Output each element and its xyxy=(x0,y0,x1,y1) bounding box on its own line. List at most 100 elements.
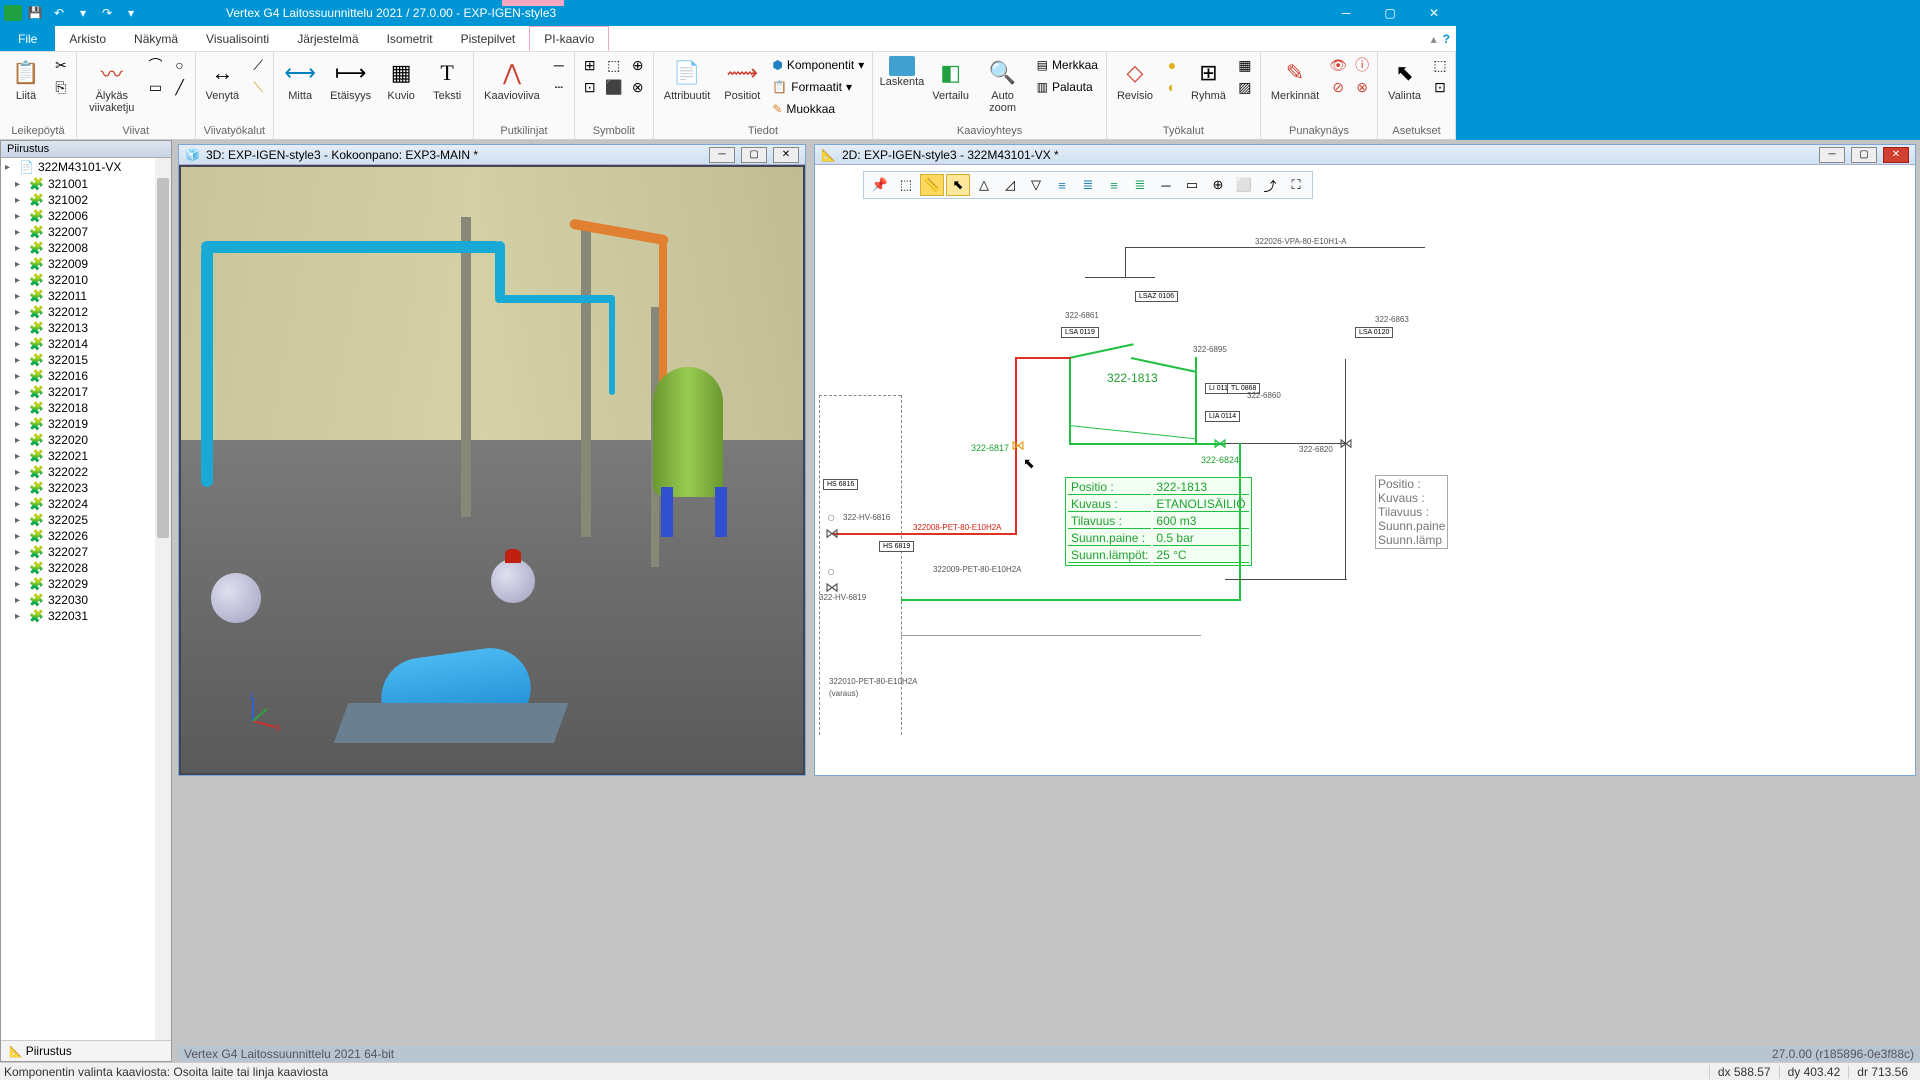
mitta-button[interactable]: ⟷Mitta xyxy=(278,54,322,122)
tab-nakyma[interactable]: Näkymä xyxy=(120,26,192,51)
smartline-button[interactable]: 〰Älykäs viivaketju xyxy=(81,54,143,122)
doc-3d-titlebar[interactable]: 🧊 3D: EXP-IGEN-style3 - Kokoonpano: EXP3… xyxy=(179,145,805,165)
tree-item[interactable]: ▸🧩322023 xyxy=(1,480,171,496)
tb-lines3-icon[interactable]: ≡ xyxy=(1102,174,1126,196)
tree-item[interactable]: ▸🧩322022 xyxy=(1,464,171,480)
palauta-button[interactable]: ▥Palauta xyxy=(1033,76,1102,98)
muokkaa-button[interactable]: ✎Muokkaa xyxy=(768,98,868,120)
doc-2d-max[interactable]: ▢ xyxy=(1851,147,1877,163)
tab-isometrit[interactable]: Isometrit xyxy=(373,26,447,51)
tree-item[interactable]: ▸🧩321002 xyxy=(1,192,171,208)
tree-item[interactable]: ▸🧩322025 xyxy=(1,512,171,528)
tree-item[interactable]: ▸🧩322009 xyxy=(1,256,171,272)
tree-item[interactable]: ▸🧩322016 xyxy=(1,368,171,384)
circle-icon[interactable]: ○ xyxy=(169,54,191,76)
s2-icon[interactable]: ⊡ xyxy=(1429,76,1451,98)
p1-icon[interactable]: 👁 xyxy=(1327,54,1349,76)
tree-scrollbar[interactable] xyxy=(155,158,171,1040)
rev1-icon[interactable]: ● xyxy=(1161,54,1183,76)
tree-item[interactable]: ▸🧩322027 xyxy=(1,544,171,560)
pin-icon[interactable]: 📌 xyxy=(868,174,892,196)
tree-item[interactable]: ▸🧩322029 xyxy=(1,576,171,592)
positiot-button[interactable]: ⟿Positiot xyxy=(718,54,766,122)
laskenta-button[interactable]: Laskenta xyxy=(877,54,926,122)
stretch-button[interactable]: ↔Venytä xyxy=(200,54,246,122)
doc-2d-titlebar[interactable]: 📐 2D: EXP-IGEN-style3 - 322M43101-VX * ─… xyxy=(815,145,1915,165)
viewport-3d[interactable]: zx xyxy=(179,165,805,775)
kuvio-button[interactable]: ▦Kuvio xyxy=(379,54,423,122)
formaatit-button[interactable]: 📋Formaatit▾ xyxy=(768,76,868,98)
tb-axis-icon[interactable]: ⤴ xyxy=(1258,174,1282,196)
tb-expand-icon[interactable]: ⛶ xyxy=(1284,174,1308,196)
tb-cursor-icon[interactable]: ⬉ xyxy=(946,174,970,196)
komponentit-button[interactable]: ⬢Komponentit▾ xyxy=(768,54,868,76)
tb-lines1-icon[interactable]: ≡ xyxy=(1050,174,1074,196)
sym5-icon[interactable]: ⊕ xyxy=(627,54,649,76)
tree-item[interactable]: ▸🧩322007 xyxy=(1,224,171,240)
dropdown-icon[interactable]: ▾ xyxy=(120,3,142,23)
tab-pistepilvet[interactable]: Pistepilvet xyxy=(447,26,530,51)
p4-icon[interactable]: ⊗ xyxy=(1351,76,1373,98)
tab-visualisointi[interactable]: Visualisointi xyxy=(192,26,283,51)
doc-2d-min[interactable]: ─ xyxy=(1819,147,1845,163)
axis-gizmo[interactable]: zx xyxy=(241,693,281,733)
g2-icon[interactable]: ▨ xyxy=(1234,76,1256,98)
tb-select-icon[interactable]: ⬚ xyxy=(894,174,918,196)
tab-jarjestelma[interactable]: Järjestelmä xyxy=(283,26,372,51)
app-icon[interactable] xyxy=(4,5,22,21)
sym2-icon[interactable]: ⊡ xyxy=(579,76,601,98)
tree-root[interactable]: ▸📄322M43101-VX xyxy=(1,158,171,176)
dropdown-icon[interactable]: ▾ xyxy=(72,3,94,23)
doc-3d-min[interactable]: ─ xyxy=(709,147,735,163)
tb-lines2-icon[interactable]: ≣ xyxy=(1076,174,1100,196)
tb-tri2-icon[interactable]: ◿ xyxy=(998,174,1022,196)
sym3-icon[interactable]: ⬚ xyxy=(603,54,625,76)
undo-icon[interactable]: ↶ xyxy=(48,3,70,23)
tree-item[interactable]: ▸🧩322013 xyxy=(1,320,171,336)
paste-button[interactable]: 📋Liitä xyxy=(4,54,48,122)
tb-rect-icon[interactable]: ▭ xyxy=(1180,174,1204,196)
tree-item[interactable]: ▸🧩322028 xyxy=(1,560,171,576)
tab-file[interactable]: File xyxy=(0,26,55,51)
tree-item[interactable]: ▸🧩322031 xyxy=(1,608,171,624)
tree-item[interactable]: ▸🧩322017 xyxy=(1,384,171,400)
diagram-canvas[interactable]: 322026-VPA-80-E10H1-A LSAZ 0106 LSA 0119… xyxy=(815,215,1915,775)
sym4-icon[interactable]: ⬛ xyxy=(603,76,625,98)
attribuutit-button[interactable]: 📄Attribuutit xyxy=(658,54,716,122)
tab-arkisto[interactable]: Arkisto xyxy=(55,26,120,51)
sym1-icon[interactable]: ⊞ xyxy=(579,54,601,76)
tb-single-icon[interactable]: ─ xyxy=(1154,174,1178,196)
tree-item[interactable]: ▸🧩322014 xyxy=(1,336,171,352)
tree-tab[interactable]: 📐 Piirustus xyxy=(1,1040,171,1061)
trim-icon[interactable]: ⟋ xyxy=(247,54,269,76)
autozoom-button[interactable]: 🔍Auto zoom xyxy=(975,54,1031,122)
tree-item[interactable]: ▸🧩322012 xyxy=(1,304,171,320)
tb-page-icon[interactable]: ⬜ xyxy=(1232,174,1256,196)
tree-item[interactable]: ▸🧩322019 xyxy=(1,416,171,432)
tree-item[interactable]: ▸🧩321001 xyxy=(1,176,171,192)
tree-item[interactable]: ▸🧩322010 xyxy=(1,272,171,288)
tb-measure-icon[interactable]: 📏 xyxy=(920,174,944,196)
cut-icon[interactable]: ✂ xyxy=(50,54,72,76)
save-icon[interactable]: 💾 xyxy=(24,3,46,23)
tree-item[interactable]: ▸🧩322020 xyxy=(1,432,171,448)
rect-icon[interactable]: ▭ xyxy=(145,76,167,98)
sym6-icon[interactable]: ⊗ xyxy=(627,76,649,98)
minimize-button[interactable]: ─ xyxy=(1324,0,1368,26)
tree-item[interactable]: ▸🧩322021 xyxy=(1,448,171,464)
doc-3d-close[interactable]: ✕ xyxy=(773,147,799,163)
rev2-icon[interactable]: ◐ xyxy=(1161,76,1183,98)
etaisyys-button[interactable]: ⟼Etäisyys xyxy=(324,54,377,122)
ryhma-button[interactable]: ⊞Ryhmä xyxy=(1185,54,1232,122)
g1-icon[interactable]: ▦ xyxy=(1234,54,1256,76)
extend-icon[interactable]: ⟍ xyxy=(247,76,269,98)
p3-icon[interactable]: ⓘ xyxy=(1351,54,1373,76)
vertailu-button[interactable]: ◧Vertailu xyxy=(929,54,973,122)
tab-pikaavio[interactable]: PI-kaavio xyxy=(529,26,609,51)
doc-3d-max[interactable]: ▢ xyxy=(741,147,767,163)
tree-item[interactable]: ▸🧩322026 xyxy=(1,528,171,544)
s1-icon[interactable]: ⬚ xyxy=(1429,54,1451,76)
tb-tri1-icon[interactable]: △ xyxy=(972,174,996,196)
teksti-button[interactable]: TTeksti xyxy=(425,54,469,122)
tb-zoom-icon[interactable]: ⊕ xyxy=(1206,174,1230,196)
